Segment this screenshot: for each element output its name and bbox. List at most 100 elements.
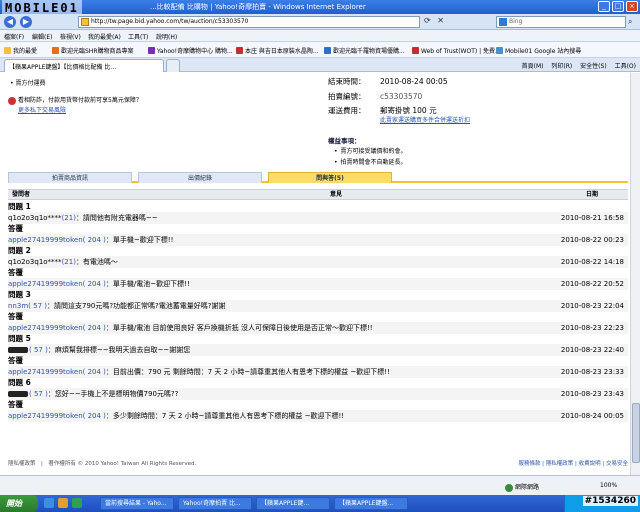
answer-time: 2010-08-23 23:33 — [560, 368, 624, 376]
question-row: nn3m( 57 )：請問這支790元嗎?功能都正常嗎?電池蓄電量好嗎?謝謝 2… — [8, 300, 628, 312]
note-item: 拍賣時間會不自動延長。 — [334, 157, 407, 166]
menu-edit[interactable]: 編輯(E) — [32, 32, 52, 41]
ie-quicklaunch-icon[interactable] — [44, 498, 54, 508]
answer-label: 答覆 — [8, 312, 23, 321]
folder-quicklaunch-icon[interactable] — [58, 498, 68, 508]
vertical-scrollbar[interactable] — [630, 73, 640, 475]
fav-item[interactable]: 歡迎光臨SHR購物商品專案 — [52, 46, 134, 55]
answer-row: apple27419999token( 204 )：單手機/電池 目前使用良好 … — [8, 322, 628, 334]
warning-link[interactable]: 更多私下交易風險 — [18, 105, 142, 114]
answer-label: 答覆 — [8, 356, 23, 365]
star-icon — [4, 47, 11, 54]
masked-username — [8, 347, 28, 353]
taskbar-item[interactable]: 當前搜尋結果 - Yaho... — [100, 497, 174, 510]
answer-row: apple27419999token( 204 )：單手機~歡迎下標!! 201… — [8, 234, 628, 246]
asker-name[interactable]: nn3m — [8, 302, 28, 310]
app-quicklaunch-icon[interactable] — [72, 498, 82, 508]
zoom-level[interactable]: 100% — [600, 482, 617, 489]
col-question: 意見 — [330, 191, 343, 198]
answer-row: apple27419999token( 204 )：目前出價：790 元 剩餘時… — [8, 366, 628, 378]
menu-tools[interactable]: 工具(T) — [128, 32, 148, 41]
site-icon — [324, 47, 331, 54]
page-footer: 隱私權政策 | 著作權所有 © 2010 Yahoo! Taiwan All R… — [8, 459, 628, 467]
tab-active[interactable]: 【蘋果APPLE鍵盤】【比價格比配備 比... — [4, 59, 164, 72]
question-row: ( 57 )：您好~~手機上不是標明物價790元嗎?? 2010-08-23 2… — [8, 388, 628, 400]
footer-links[interactable]: 服務條款 | 隱私權政策 | 收費說明 | 交易安全 — [518, 459, 628, 467]
window-controls: _ □ × — [598, 1, 638, 12]
back-icon[interactable]: ◀ — [4, 16, 16, 28]
minimize-button[interactable]: _ — [598, 1, 610, 12]
window-title: ...比較配備 比購物 | Yahoo!奇摩拍賣 - Windows Inter… — [150, 3, 366, 11]
watermark: #1534260 — [582, 496, 638, 506]
url-field[interactable]: http://tw.page.bid.yahoo.com/tw/auction/… — [78, 16, 420, 28]
fav-item[interactable]: 我的最愛 — [4, 46, 37, 55]
mobile01-icon — [496, 47, 503, 54]
tab-bid-history[interactable]: 出價紀錄 — [138, 172, 262, 183]
asker-name[interactable]: q1o2o3q1o**** — [8, 258, 62, 266]
new-tab-button[interactable] — [166, 59, 180, 72]
fav-item[interactable]: 本庄 與吉日本原裝水晶陶... — [236, 46, 319, 55]
forward-icon[interactable]: ▶ — [20, 16, 32, 28]
home-button[interactable]: 首頁(M) — [522, 63, 544, 70]
favorites-bar: 我的最愛 歡迎光臨SHR購物商品專案 Yahoo!奇摩購物中心 購物... 本庄… — [0, 42, 640, 58]
tools-button[interactable]: 工具(O) — [615, 63, 636, 70]
answer-time: 2010-08-22 00:23 — [560, 236, 624, 244]
notes-title: 權益事項： — [328, 137, 361, 145]
fraud-warning: 看相防詐，付款用貨幣付款前可享5萬元保障？ 更多私下交易風險 — [8, 95, 142, 114]
asker-name[interactable]: q1o2o3q1o**** — [8, 214, 62, 222]
question-time: 2010-08-23 22:04 — [560, 302, 624, 310]
answer-time: 2010-08-23 22:23 — [560, 324, 624, 332]
maximize-button[interactable]: □ — [612, 1, 624, 12]
menu-view[interactable]: 檢視(V) — [60, 32, 81, 41]
address-tools[interactable]: ⟳ ✕ — [424, 16, 446, 25]
fav-item[interactable]: Yahoo!奇摩購物中心 購物... — [148, 46, 233, 55]
question-label: 問題 5 — [8, 334, 31, 343]
tab-qa[interactable]: 問與答(5) — [268, 172, 392, 183]
tab-bar: 【蘋果APPLE鍵盤】【比價格比配備 比... 首頁(M) 列印(R) 安全性(… — [0, 58, 640, 72]
question-time: 2010-08-23 23:43 — [560, 390, 624, 398]
scroll-thumb[interactable] — [632, 403, 640, 463]
answer-time: 2010-08-22 20:52 — [560, 280, 624, 288]
col-date: 日期 — [586, 191, 599, 198]
seller-name[interactable]: apple27419999token — [8, 324, 83, 332]
fav-item[interactable]: Web of Trust(WOT) | 免費... — [412, 46, 501, 55]
seller-name[interactable]: apple27419999token — [8, 412, 83, 420]
question-row: q1o2o3q1o****(21)：請問他有附充電器嗎~~ 2010-08-21… — [8, 212, 628, 224]
menu-favorites[interactable]: 我的最愛(A) — [88, 32, 121, 41]
fav-item[interactable]: Mobile01 Google 站內搜尋 — [496, 46, 581, 55]
taskbar-item[interactable]: 【蘋果APPLE鍵盤... — [334, 497, 408, 510]
print-button[interactable]: 列印(R) — [551, 63, 572, 70]
search-input[interactable]: Bing — [496, 16, 626, 28]
fav-item[interactable]: 歡迎光臨千羅物資場優購... — [324, 46, 405, 55]
question-label: 問題 1 — [8, 202, 31, 211]
tab-item-info[interactable]: 拍賣商品資訊 — [8, 172, 132, 183]
title-bar: MOBILE01 ...比較配備 比購物 | Yahoo!奇摩拍賣 - Wind… — [0, 0, 640, 16]
shipping-discount-link[interactable]: 此賣家運送購買多件合併運送折扣 — [380, 115, 470, 124]
qa-list: 問題 1 q1o2o3q1o****(21)：請問他有附充電器嗎~~ 2010-… — [8, 202, 628, 422]
start-button[interactable]: 開始 — [0, 495, 38, 512]
question-time: 2010-08-23 22:40 — [560, 346, 624, 354]
search-icon[interactable]: ⌕ — [628, 17, 638, 27]
seller-name[interactable]: apple27419999token — [8, 368, 83, 376]
taskbar-item[interactable]: 【蘋果APPLE鍵... — [256, 497, 330, 510]
system-tray: #1534260 — [564, 495, 640, 512]
menu-file[interactable]: 檔案(F) — [4, 32, 24, 41]
wot-icon — [412, 47, 419, 54]
answer-row: apple27419999token( 204 )：多少剩餘時間：7 天 2 小… — [8, 410, 628, 422]
menu-help[interactable]: 說明(H) — [156, 32, 177, 41]
seller-name[interactable]: apple27419999token — [8, 280, 83, 288]
taskbar-item[interactable]: Yahoo!奇摩拍賣 比... — [178, 497, 252, 510]
menu-bar: 檔案(F) 編輯(E) 檢視(V) 我的最愛(A) 工具(T) 說明(H) — [0, 30, 640, 42]
search-placeholder: Bing — [509, 18, 523, 25]
seller-name[interactable]: apple27419999token — [8, 236, 83, 244]
close-button[interactable]: × — [626, 1, 638, 12]
safety-button[interactable]: 安全性(S) — [580, 63, 607, 70]
answer-time: 2010-08-24 00:05 — [560, 412, 624, 420]
question-time: 2010-08-22 14:18 — [560, 258, 624, 266]
address-bar: ◀ ▶ http://tw.page.bid.yahoo.com/tw/auct… — [0, 14, 640, 30]
security-zone: 網際網路 — [505, 482, 539, 492]
site-icon — [236, 47, 243, 54]
warning-icon — [8, 96, 16, 105]
page-content: • 賣方付運費 看相防詐，付款用貨幣付款前可享5萬元保障？ 更多私下交易風險 結… — [0, 73, 640, 475]
site-icon — [52, 47, 59, 54]
